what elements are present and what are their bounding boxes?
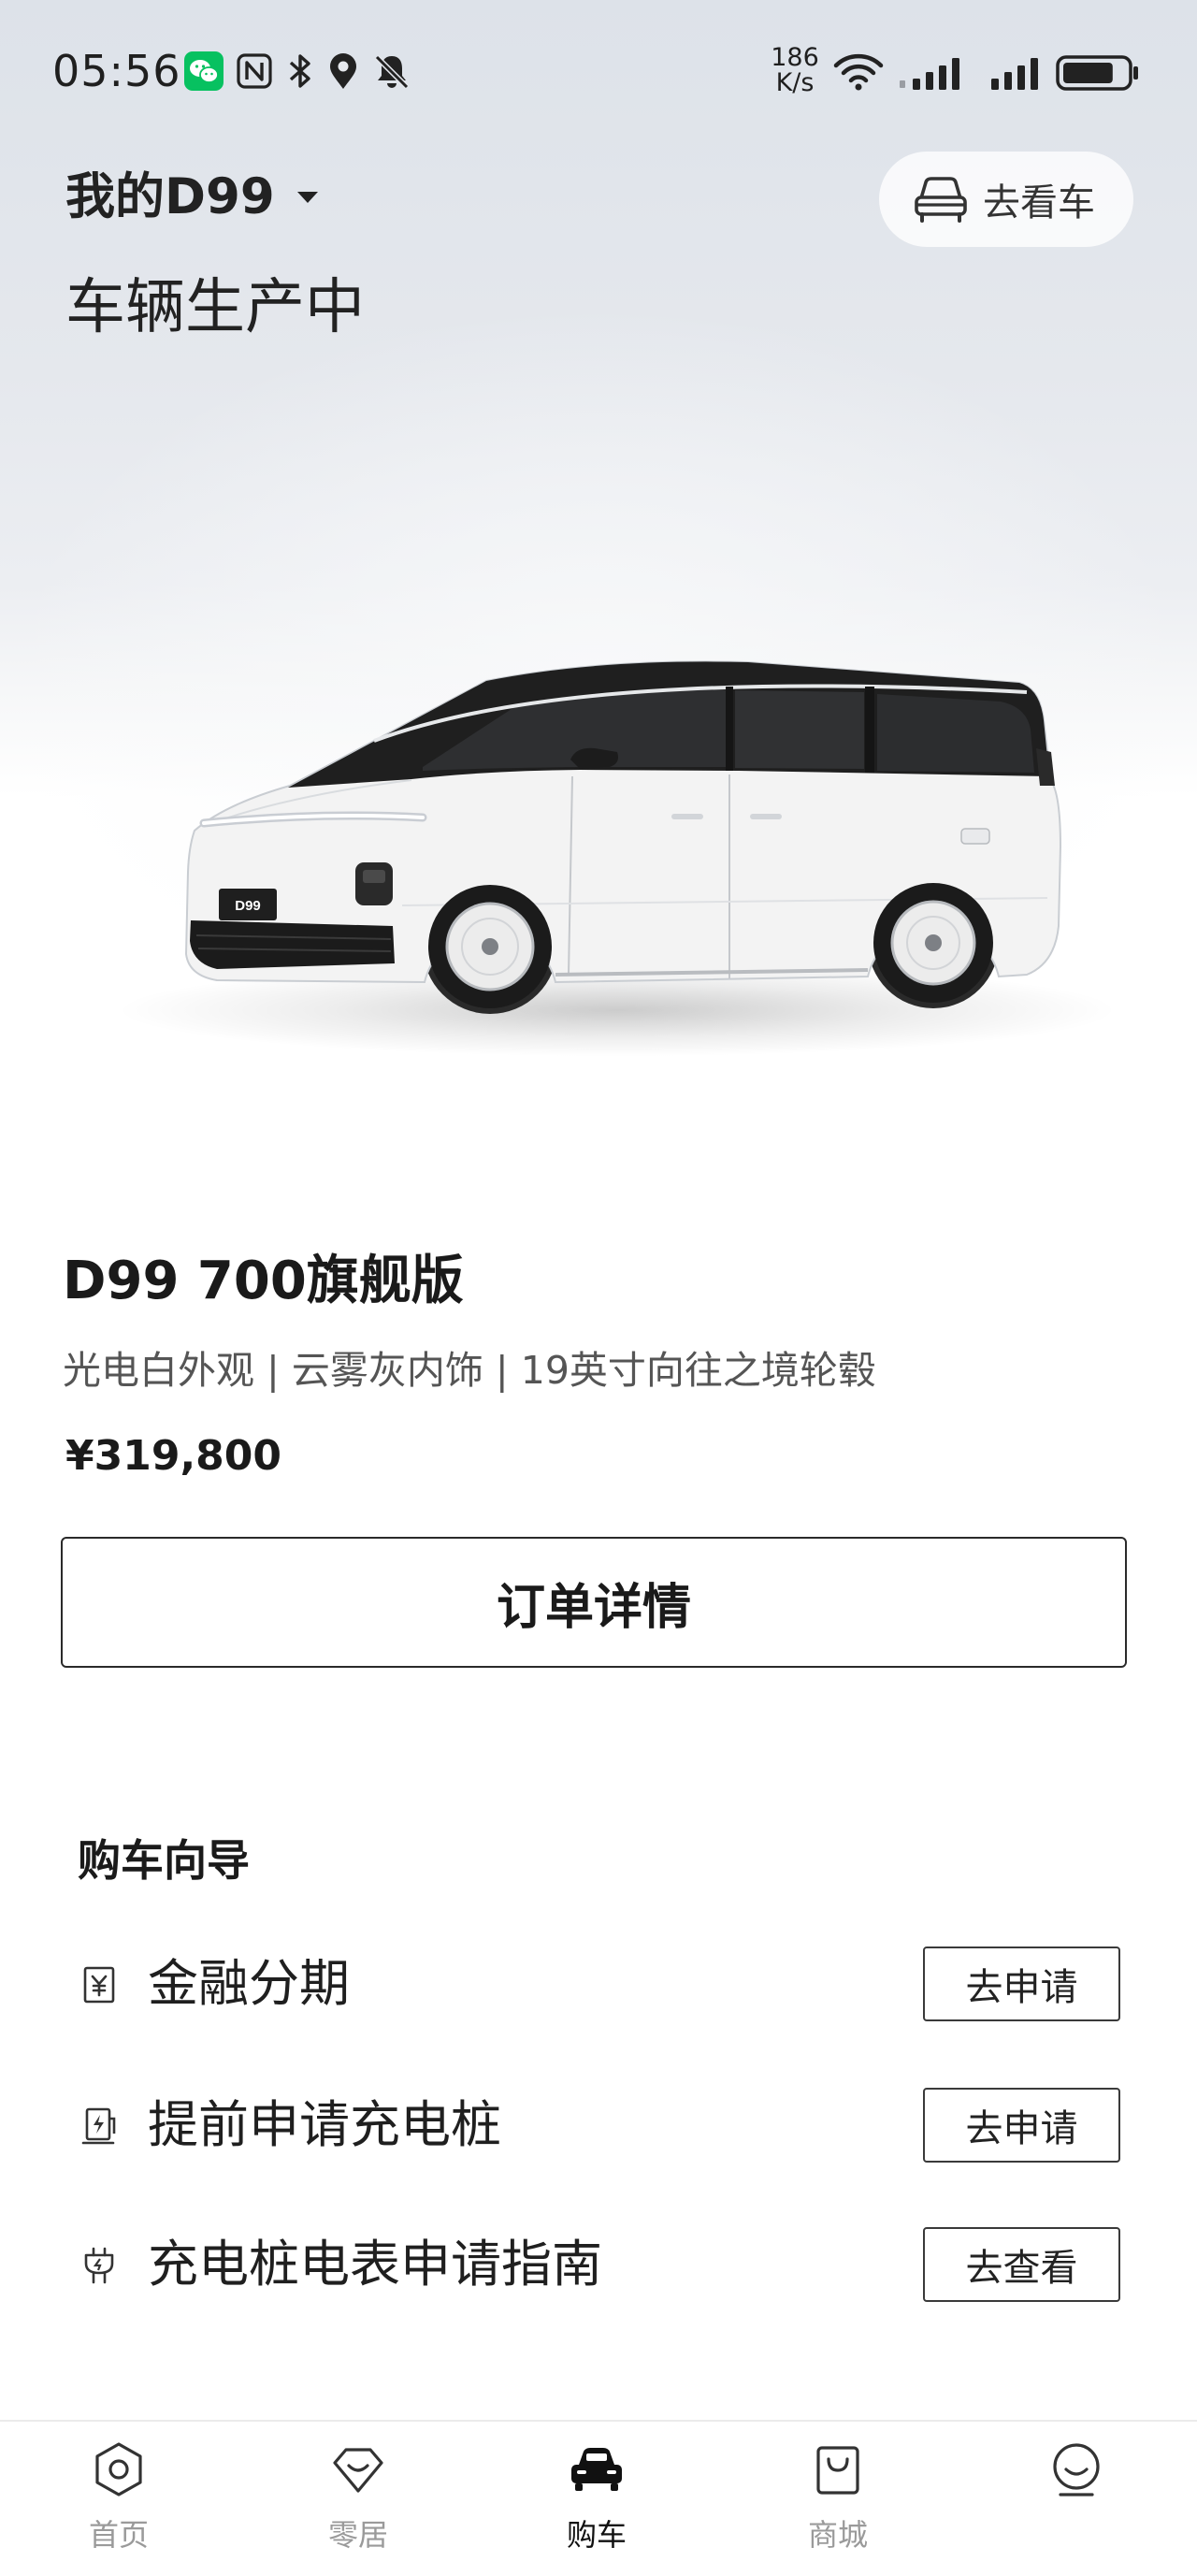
signal-icon: [898, 51, 971, 94]
charging-pile-guide-icon: [84, 2247, 114, 2284]
network-speed-value: 186: [771, 43, 819, 72]
guide-item-label: 充电桩电表申请指南: [148, 2235, 602, 2294]
caret-down-icon: [296, 192, 318, 203]
apply-finance-button[interactable]: 去申请: [923, 1946, 1120, 2021]
wifi-icon: [832, 52, 885, 92]
guide-item-finance: 金融分期 去申请: [0, 1937, 1197, 2031]
tab-profile[interactable]: [983, 2422, 1170, 2576]
finance-yuan-icon: [83, 1966, 115, 2004]
vehicle-config: 光电白外观 | 云雾灰内饰 | 19英寸向往之境轮毂: [63, 1348, 876, 1393]
vehicle-model: D99 700旗舰版: [63, 1251, 464, 1311]
bottom-tab-bar: 首页 零居 购车 商城: [0, 2420, 1197, 2576]
guide-item-label: 提前申请充电桩: [148, 2095, 501, 2154]
vehicle-price: ¥319,800: [65, 1432, 282, 1480]
vehicle-selector[interactable]: 我的D99: [65, 168, 320, 226]
tab-label: 商城: [807, 2517, 868, 2553]
community-icon: [333, 2448, 383, 2493]
network-speed: 186 K/s: [767, 45, 823, 95]
shop-bag-icon: [816, 2446, 859, 2495]
battery-icon: [1055, 54, 1141, 92]
guide-item-meter-guide: 充电桩电表申请指南 去查看: [0, 2218, 1197, 2311]
order-status: 车辆生产中: [65, 273, 365, 342]
status-time: 05:56: [52, 46, 181, 96]
nfc-icon: [236, 52, 273, 90]
tab-community[interactable]: 零居: [265, 2422, 452, 2576]
charger-apply-icon: [81, 2107, 116, 2145]
wechat-icon: [184, 51, 224, 91]
tab-label: 零居: [327, 2517, 388, 2553]
tab-label: [983, 2515, 1170, 2554]
home-hexagon-icon: [95, 2442, 142, 2496]
vehicle-image: D99: [178, 655, 1066, 1048]
tab-shop[interactable]: 商城: [744, 2422, 931, 2576]
mute-icon: [372, 51, 411, 91]
guide-item-label: 金融分期: [148, 1954, 350, 2013]
car-outline-icon: [915, 177, 967, 223]
view-car-label: 去看车: [983, 181, 1095, 224]
signal-icon: [989, 51, 1046, 94]
plate-text: D99: [235, 898, 261, 914]
tab-buy-car[interactable]: 购车: [503, 2422, 690, 2576]
view-car-button[interactable]: 去看车: [879, 152, 1133, 247]
purchase-guide-title: 购车向导: [78, 1835, 250, 1886]
tab-home[interactable]: 首页: [25, 2422, 212, 2576]
tab-label: 首页: [88, 2517, 149, 2553]
bluetooth-icon: [286, 51, 314, 91]
order-detail-button[interactable]: 订单详情: [61, 1537, 1127, 1668]
tab-label: 购车: [566, 2517, 627, 2553]
view-meter-guide-button[interactable]: 去查看: [923, 2227, 1120, 2302]
profile-icon: [1053, 2443, 1100, 2496]
vehicle-selector-label: 我的D99: [65, 168, 275, 225]
location-icon: [327, 51, 359, 91]
buy-car-icon: [571, 2448, 622, 2491]
battery-level-fill: [1063, 63, 1113, 83]
network-speed-unit: K/s: [775, 68, 815, 97]
guide-item-charger: 提前申请充电桩 去申请: [0, 2078, 1197, 2172]
apply-charger-button[interactable]: 去申请: [923, 2088, 1120, 2163]
